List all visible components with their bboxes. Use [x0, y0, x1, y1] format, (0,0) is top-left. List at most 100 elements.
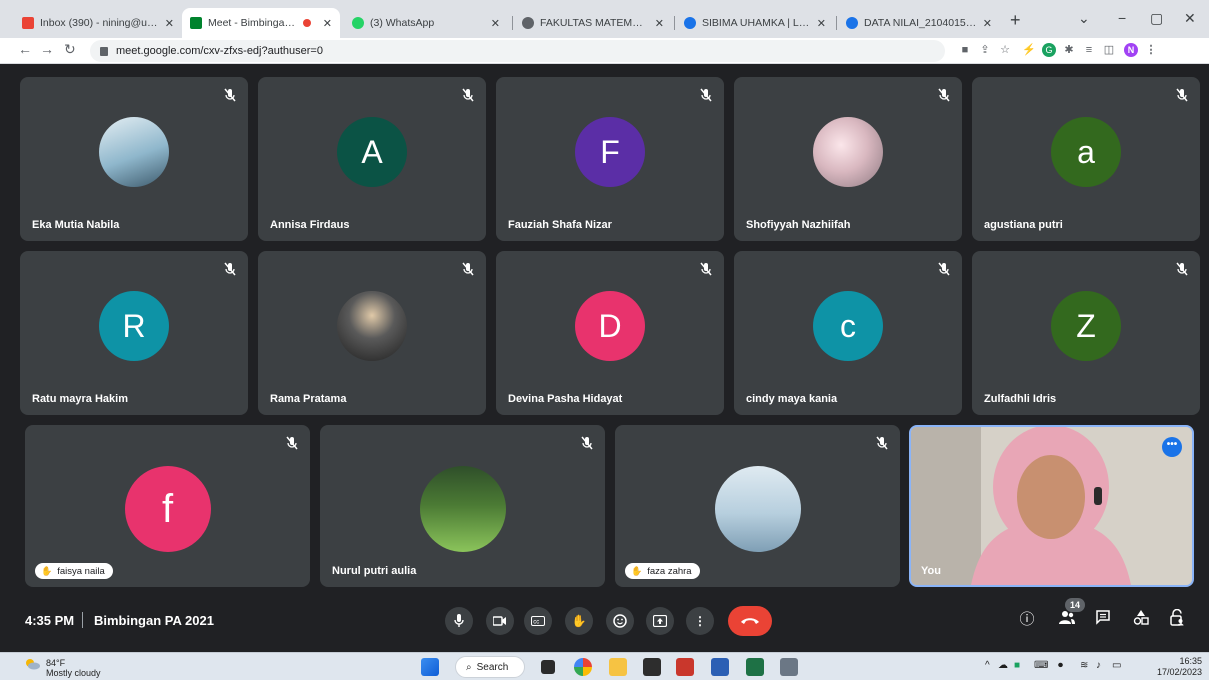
- participant-tile[interactable]: Nurul putri aulia: [320, 425, 605, 587]
- windows-start-icon[interactable]: [421, 658, 439, 676]
- close-window-button[interactable]: ✕: [1184, 10, 1196, 27]
- mic-off-icon: [1176, 88, 1188, 102]
- share-icon[interactable]: ⇪: [978, 43, 992, 57]
- tab-whatsapp[interactable]: (3) WhatsApp ✕: [344, 8, 508, 38]
- weather-temperature: 84°F: [46, 658, 66, 668]
- battery-icon[interactable]: ▭: [1112, 660, 1121, 671]
- calculator-icon[interactable]: [780, 658, 798, 676]
- taskbar-search[interactable]: ⌕ Search: [455, 656, 525, 678]
- microphone-button[interactable]: [445, 607, 473, 635]
- reload-button[interactable]: ↻: [64, 41, 76, 58]
- word-icon[interactable]: [711, 658, 729, 676]
- address-bar[interactable]: meet.google.com/cxv-zfxs-edj?authuser=0: [90, 40, 945, 62]
- hand-icon: ✋: [571, 614, 587, 628]
- tab-gmail[interactable]: Inbox (390) - nining@uhamka ✕: [14, 8, 182, 38]
- participant-tile[interactable]: Shofiyyah Nazhiifah: [734, 77, 962, 241]
- close-tab-icon[interactable]: ✕: [655, 17, 664, 30]
- people-icon[interactable]: [1056, 609, 1078, 631]
- participant-tile[interactable]: c cindy maya kania: [734, 251, 962, 415]
- lock-person-glyph: [1170, 608, 1184, 626]
- excel-icon[interactable]: [746, 658, 764, 676]
- weather-widget[interactable]: 84°F Mostly cloudy: [24, 656, 124, 680]
- more-options-button[interactable]: ⋮: [686, 607, 714, 635]
- hang-up-phone-icon: [741, 618, 759, 624]
- tab-data-nilai[interactable]: DATA NILAI_2104015221 ✕: [838, 8, 1000, 38]
- task-view-icon[interactable]: [541, 660, 555, 674]
- divider: [82, 612, 83, 628]
- self-video-tile[interactable]: You •••: [909, 425, 1194, 587]
- media-app-icon[interactable]: [676, 658, 694, 676]
- reading-list-icon[interactable]: ≡: [1082, 43, 1096, 57]
- tab-fakultas[interactable]: FAKULTAS MATEMATIKA DAN ILMU ✕: [514, 8, 672, 38]
- participant-tile[interactable]: A Annisa Firdaus: [258, 77, 486, 241]
- file-explorer-icon[interactable]: [609, 658, 627, 676]
- participant-tile[interactable]: ✋ faza zahra: [615, 425, 900, 587]
- participant-tile[interactable]: D Devina Pasha Hidayat: [496, 251, 724, 415]
- tray-chevron-up-icon[interactable]: ^: [985, 660, 990, 671]
- participant-initial-avatar: a: [1051, 117, 1121, 187]
- browser-tab-strip: Inbox (390) - nining@uhamka ✕ Meet - Bim…: [0, 0, 1209, 38]
- mic-off-icon: [286, 436, 298, 450]
- tab-sibima[interactable]: SIBIMA UHAMKA | List Mahasiswa ✕: [676, 8, 834, 38]
- meet-icon: [190, 17, 202, 29]
- tab-title: DATA NILAI_2104015221: [864, 17, 977, 29]
- volume-icon[interactable]: ♪: [1096, 660, 1101, 671]
- present-screen-button[interactable]: [646, 607, 674, 635]
- restore-button[interactable]: ▢: [1150, 10, 1163, 27]
- tray-mic-icon[interactable]: ⏺: [1058, 660, 1063, 671]
- store-app-icon[interactable]: [643, 658, 661, 676]
- mic-off-icon: [462, 262, 474, 276]
- raise-hand-button[interactable]: ✋: [565, 607, 593, 635]
- close-tab-icon[interactable]: ✕: [983, 17, 992, 30]
- close-tab-icon[interactable]: ✕: [491, 17, 500, 30]
- participant-photo-avatar: [99, 117, 169, 187]
- minimize-button[interactable]: −: [1118, 10, 1126, 26]
- forward-button[interactable]: →: [40, 41, 54, 57]
- search-label: Search: [476, 661, 509, 673]
- emoji-reaction-button[interactable]: [606, 607, 634, 635]
- participant-tile[interactable]: a agustiana putri: [972, 77, 1200, 241]
- side-panel-icon[interactable]: ◫: [1102, 43, 1116, 57]
- captions-button[interactable]: cc: [524, 607, 552, 635]
- participant-name: faisya naila: [57, 565, 105, 577]
- camera-button[interactable]: [486, 607, 514, 635]
- tab-title: Meet - Bimbingan PA 2021: [208, 17, 297, 29]
- smiley-icon: [613, 614, 627, 628]
- extension-bolt-icon[interactable]: ⚡: [1022, 43, 1036, 57]
- tray-onedrive-icon[interactable]: ☁: [998, 660, 1008, 671]
- meeting-details-icon[interactable]: ⓘ: [1016, 609, 1038, 631]
- back-button[interactable]: ←: [18, 41, 32, 57]
- bookmark-star-icon[interactable]: ☆: [998, 43, 1012, 57]
- menu-kebab-icon[interactable]: ⋮: [1144, 43, 1158, 57]
- tray-app-icon[interactable]: ■: [1014, 660, 1020, 671]
- more-options-icon[interactable]: •••: [1162, 437, 1182, 457]
- participant-tile[interactable]: Rama Pratama: [258, 251, 486, 415]
- profile-avatar[interactable]: N: [1124, 43, 1138, 57]
- url-text: meet.google.com/cxv-zfxs-edj?authuser=0: [116, 45, 323, 57]
- participant-tile[interactable]: F Fauziah Shafa Nizar: [496, 77, 724, 241]
- weather-condition: Mostly cloudy: [46, 668, 101, 678]
- leave-call-button[interactable]: [728, 606, 772, 636]
- camera-icon[interactable]: ■: [958, 43, 972, 57]
- participant-tile[interactable]: f ✋ faisya naila: [25, 425, 310, 587]
- tab-search-chevron-icon[interactable]: ⌄: [1078, 10, 1090, 27]
- host-controls-icon[interactable]: [1166, 608, 1188, 631]
- new-tab-button[interactable]: +: [1010, 10, 1021, 31]
- tab-meet[interactable]: Meet - Bimbingan PA 2021 ✕: [182, 8, 340, 38]
- activities-icon[interactable]: [1130, 609, 1152, 631]
- extensions-puzzle-icon[interactable]: ✱: [1062, 43, 1076, 57]
- close-tab-icon[interactable]: ✕: [323, 17, 332, 30]
- participant-tile[interactable]: R Ratu mayra Hakim: [20, 251, 248, 415]
- participant-tile[interactable]: Eka Mutia Nabila: [20, 77, 248, 241]
- chrome-taskbar-icon[interactable]: [574, 658, 592, 676]
- participant-name: cindy maya kania: [746, 393, 838, 405]
- keyboard-icon[interactable]: ⌨: [1034, 660, 1048, 671]
- close-tab-icon[interactable]: ✕: [817, 17, 826, 30]
- chat-icon[interactable]: [1092, 609, 1114, 631]
- grammarly-icon[interactable]: G: [1042, 43, 1056, 57]
- participant-photo-avatar: [419, 466, 506, 552]
- taskbar-clock[interactable]: 16:35 17/02/2023: [1144, 656, 1202, 678]
- participant-tile[interactable]: Z Zulfadhli Idris: [972, 251, 1200, 415]
- wifi-icon[interactable]: ≋: [1080, 660, 1088, 671]
- close-tab-icon[interactable]: ✕: [165, 17, 174, 30]
